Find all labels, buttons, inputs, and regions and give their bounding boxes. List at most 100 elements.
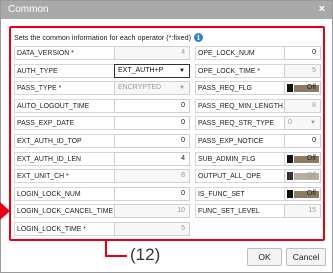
title-bar: Common × bbox=[1, 1, 332, 19]
field-auto-logout-time: AUTO_LOGOUT_TIME 0 bbox=[14, 98, 190, 113]
field-label: AUTH_TYPE bbox=[14, 63, 114, 78]
toggle-knob bbox=[287, 189, 293, 198]
field-value: 5 bbox=[312, 66, 316, 74]
field-pass-req-str-type: PASS_REQ_STR_TYPE 0 ▼ bbox=[195, 116, 321, 131]
input-ext-unit-ch: 8 bbox=[114, 169, 190, 184]
select-auth-type[interactable]: EXT_AUTH+P ▼ bbox=[114, 63, 190, 78]
caret-down-icon: ▼ bbox=[179, 85, 185, 92]
field-value: 0 bbox=[312, 137, 316, 144]
field-value: 5 bbox=[181, 225, 185, 232]
input-func-set-level: 15 bbox=[284, 204, 321, 219]
field-pass-req-min-length: PASS_REQ_MIN_LENGTH 8 bbox=[195, 98, 321, 113]
select-pass-type: ENCRYPTED ▼ bbox=[114, 81, 190, 96]
pointer-arrow-icon bbox=[0, 202, 10, 220]
callout-line-horizontal bbox=[105, 255, 127, 257]
toggle-knob bbox=[287, 172, 293, 181]
field-ext-unit-ch: EXT_UNIT_CH * 8 bbox=[14, 169, 190, 184]
field-value: 10 bbox=[177, 207, 185, 215]
field-label: LOGIN_LOCK_CANCEL_TIME bbox=[14, 204, 114, 219]
toggle-state: Off bbox=[306, 154, 316, 162]
field-ope-lock-num: OPE_LOCK_NUM 0 bbox=[195, 46, 321, 60]
input-ope-lock-time: 5 bbox=[284, 63, 321, 78]
info-icon[interactable]: i bbox=[193, 32, 203, 42]
field-login-lock-num: LOGIN_LOCK_NUM 0 bbox=[14, 186, 190, 201]
caret-down-icon: ▼ bbox=[310, 120, 316, 127]
input-pass-exp-date[interactable]: 0 bbox=[114, 116, 190, 131]
field-label: PASS_TYPE * bbox=[14, 81, 114, 96]
select-pass-req-str-type: 0 ▼ bbox=[284, 116, 321, 131]
toggle-state: Off bbox=[306, 189, 316, 197]
toggle-pass-req-flg[interactable]: Off bbox=[284, 81, 321, 96]
input-login-lock-num[interactable]: 0 bbox=[114, 186, 190, 201]
field-value: 4 bbox=[181, 154, 185, 162]
field-value: 0 bbox=[181, 189, 185, 197]
field-label: LOGIN_LOCK_TIME * bbox=[14, 222, 114, 236]
field-label: EXT_AUTH_ID_LEN bbox=[14, 151, 114, 166]
field-label: PASS_REQ_STR_TYPE bbox=[195, 116, 284, 131]
input-data-version: 4 bbox=[114, 46, 190, 60]
field-is-func-set: IS_FUNC_SET Off bbox=[195, 186, 321, 201]
field-label: PASS_EXP_NOTICE bbox=[195, 134, 284, 148]
ok-button[interactable]: OK bbox=[247, 248, 282, 266]
toggle-state: Off bbox=[306, 84, 316, 92]
field-label: OPE_LOCK_TIME * bbox=[195, 63, 284, 78]
field-ext-auth-id-top: EXT_AUTH_ID_TOP 0 bbox=[14, 134, 190, 148]
input-pass-exp-notice[interactable]: 0 bbox=[284, 134, 321, 148]
field-value: 4 bbox=[181, 49, 185, 56]
callout-label: (12) bbox=[130, 245, 161, 264]
field-data-version: DATA_VERSION * 4 bbox=[14, 46, 190, 60]
info-text: Sets the common information for each ope… bbox=[14, 32, 191, 42]
field-label: PASS_REQ_FLG bbox=[195, 81, 284, 96]
field-value: 0 bbox=[181, 137, 185, 144]
field-func-set-level: FUNC_SET_LEVEL 15 bbox=[195, 204, 321, 219]
field-login-lock-time: LOGIN_LOCK_TIME * 5 bbox=[14, 222, 190, 236]
field-label: OPE_LOCK_NUM bbox=[195, 46, 284, 60]
field-pass-type: PASS_TYPE * ENCRYPTED ▼ bbox=[14, 81, 190, 96]
field-label: OUTPUT_ALL_OPE bbox=[195, 169, 284, 184]
toggle-knob bbox=[287, 154, 293, 163]
field-label: AUTO_LOGOUT_TIME bbox=[14, 98, 114, 113]
common-dialog: Common × Sets the common information for… bbox=[0, 0, 333, 273]
field-value: 0 bbox=[312, 49, 316, 56]
field-value: EXT_AUTH+P bbox=[118, 66, 164, 74]
field-ope-lock-time: OPE_LOCK_TIME * 5 bbox=[195, 63, 321, 78]
field-login-lock-cancel-time: LOGIN_LOCK_CANCEL_TIME 10 bbox=[14, 204, 190, 219]
toggle-is-func-set[interactable]: Off bbox=[284, 186, 321, 201]
input-ext-auth-id-top[interactable]: 0 bbox=[114, 134, 190, 148]
field-value: 8 bbox=[181, 172, 185, 180]
caret-down-icon: ▼ bbox=[179, 67, 185, 74]
field-value: 0 bbox=[181, 119, 185, 127]
field-label: PASS_REQ_MIN_LENGTH bbox=[195, 98, 284, 113]
field-ext-auth-id-len: EXT_AUTH_ID_LEN 4 bbox=[14, 151, 190, 166]
input-pass-req-min-length: 8 bbox=[284, 98, 321, 113]
field-label: EXT_UNIT_CH * bbox=[14, 169, 114, 184]
input-auto-logout-time[interactable]: 0 bbox=[114, 98, 190, 113]
field-value: 15 bbox=[308, 207, 316, 215]
toggle-sub-admin-flg[interactable]: Off bbox=[284, 151, 321, 166]
field-label: LOGIN_LOCK_NUM bbox=[14, 186, 114, 201]
field-label: PASS_EXP_DATE bbox=[14, 116, 114, 131]
field-value: 8 bbox=[312, 101, 316, 109]
input-login-lock-cancel-time: 10 bbox=[114, 204, 190, 219]
field-pass-exp-date: PASS_EXP_DATE 0 bbox=[14, 116, 190, 131]
info-row: Sets the common information for each ope… bbox=[14, 31, 203, 43]
cancel-button[interactable]: Cancel bbox=[286, 248, 326, 266]
toggle-knob bbox=[287, 84, 293, 93]
field-output-all-ope: OUTPUT_ALL_OPE Off bbox=[195, 169, 321, 184]
field-value: ENCRYPTED bbox=[118, 84, 162, 92]
field-value: 0 bbox=[181, 101, 185, 109]
field-label: EXT_AUTH_ID_TOP bbox=[14, 134, 114, 148]
field-value: 0 bbox=[288, 119, 292, 127]
close-icon[interactable]: × bbox=[319, 3, 325, 15]
field-sub-admin-flg: SUB_ADMIN_FLG Off bbox=[195, 151, 321, 166]
field-label: IS_FUNC_SET bbox=[195, 186, 284, 201]
field-label: SUB_ADMIN_FLG bbox=[195, 151, 284, 166]
toggle-state: Off bbox=[306, 172, 316, 180]
input-ext-auth-id-len[interactable]: 4 bbox=[114, 151, 190, 166]
field-pass-exp-notice: PASS_EXP_NOTICE 0 bbox=[195, 134, 321, 148]
field-label: DATA_VERSION * bbox=[14, 46, 114, 60]
input-login-lock-time: 5 bbox=[114, 222, 190, 236]
input-ope-lock-num[interactable]: 0 bbox=[284, 46, 321, 60]
field-auth-type: AUTH_TYPE EXT_AUTH+P ▼ bbox=[14, 63, 190, 78]
field-pass-req-flg: PASS_REQ_FLG Off bbox=[195, 81, 321, 96]
